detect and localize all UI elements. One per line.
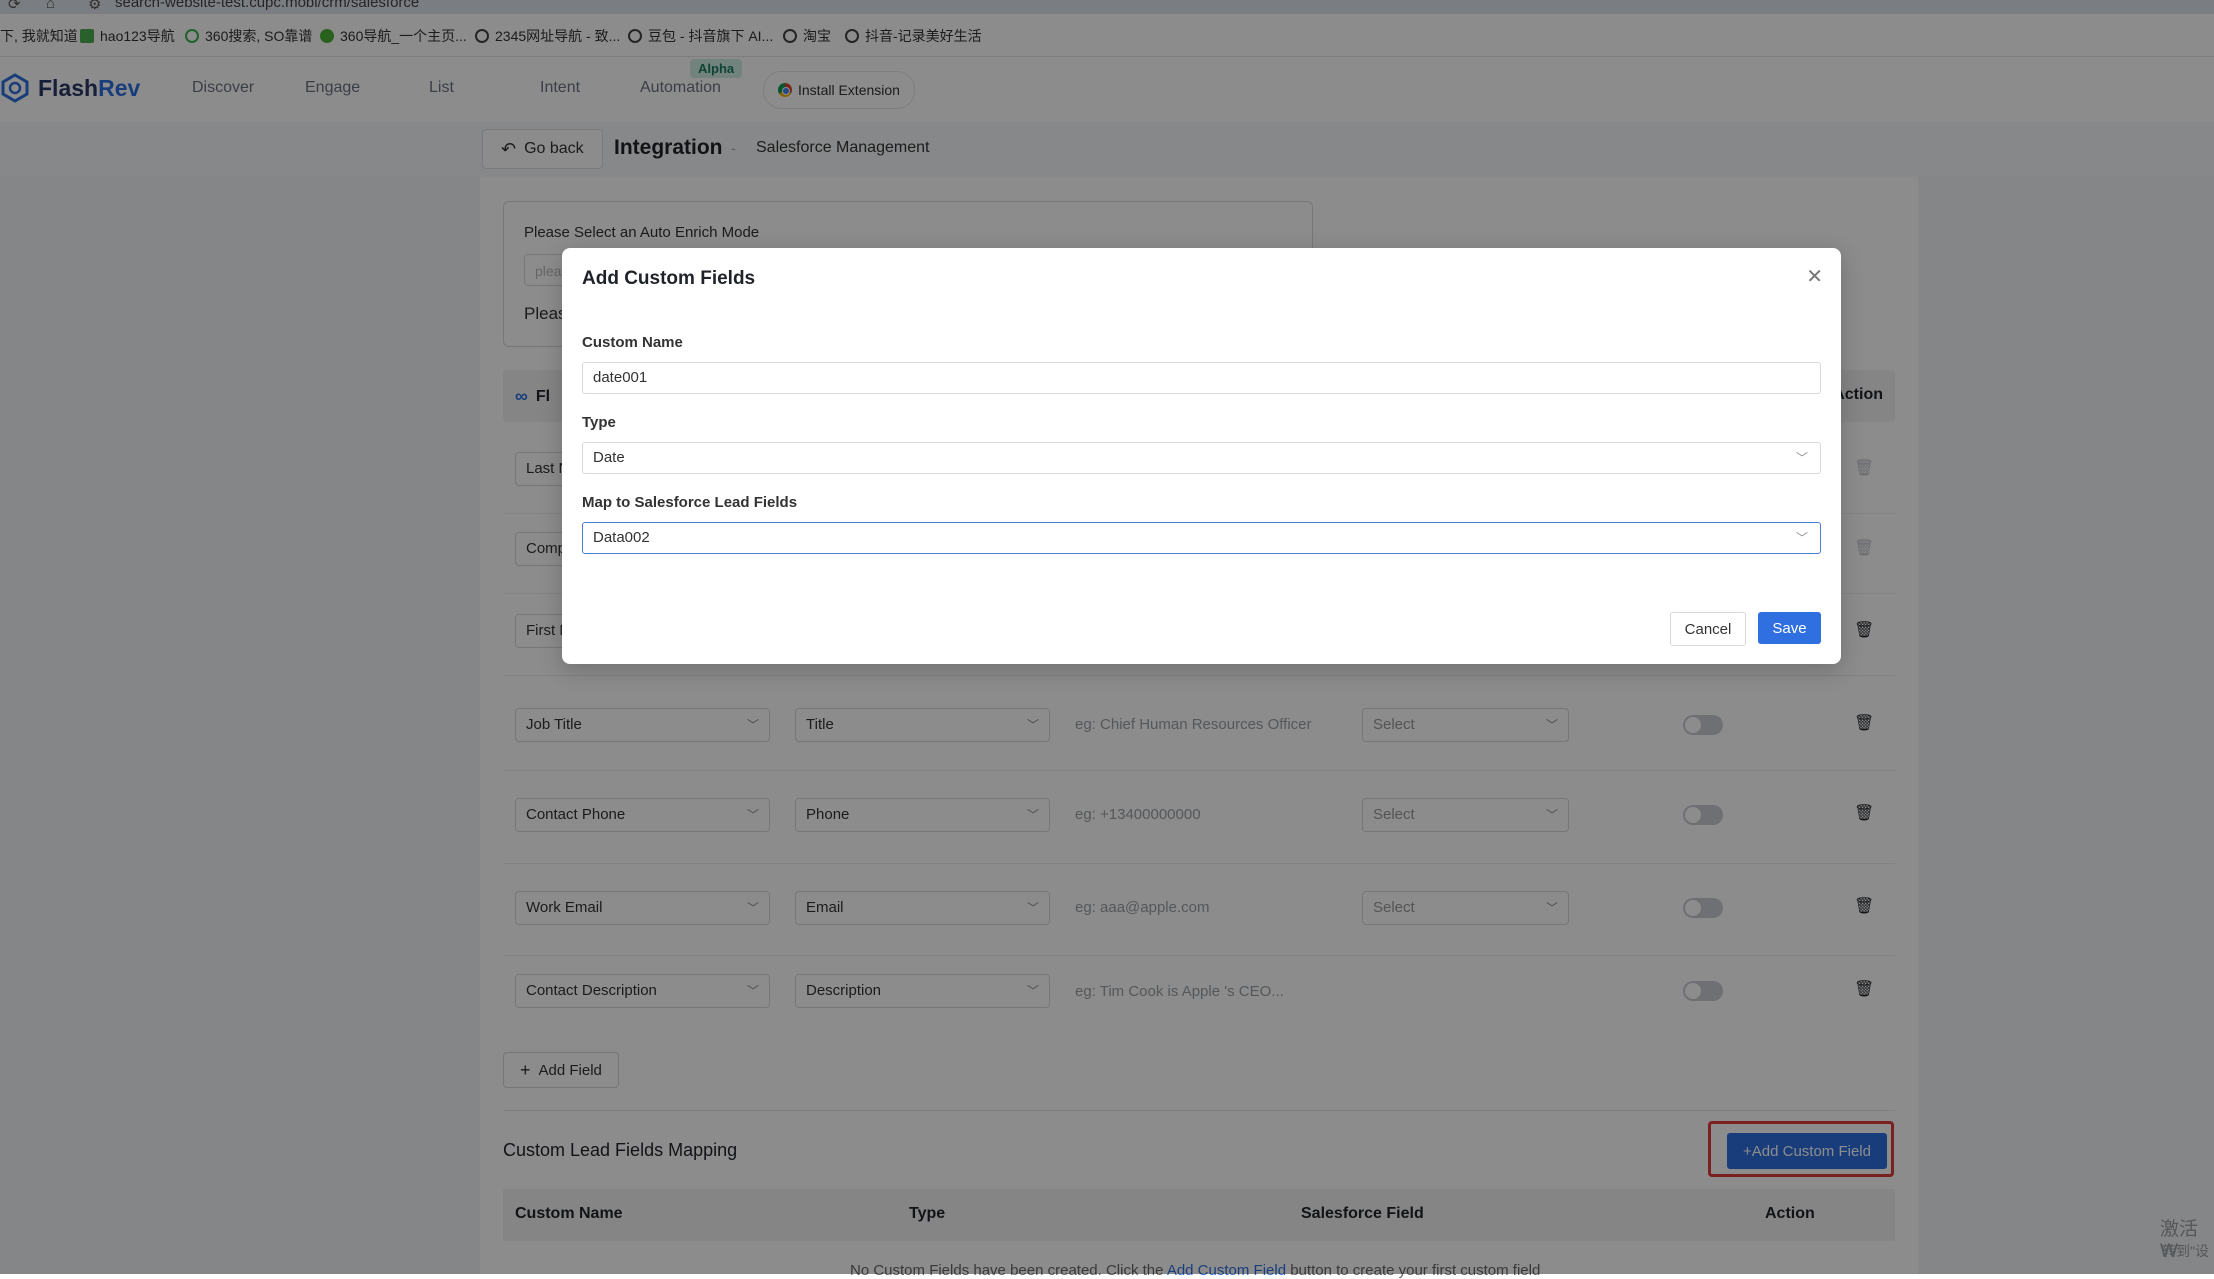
close-icon[interactable]: ✕ (1806, 264, 1823, 289)
custom-name-label: Custom Name (582, 334, 683, 351)
type-label: Type (582, 414, 616, 431)
add-custom-fields-dialog: Add Custom Fields ✕ Custom Name date001 … (562, 248, 1841, 664)
chevron-down-icon: ﹀ (1795, 531, 1808, 545)
map-field-label: Map to Salesforce Lead Fields (582, 494, 798, 511)
dialog-title: Add Custom Fields (582, 268, 756, 289)
custom-name-input[interactable]: date001 (582, 362, 1821, 394)
chevron-down-icon: ﹀ (1795, 451, 1808, 465)
cancel-button[interactable]: Cancel (1670, 612, 1746, 646)
type-select[interactable]: Date ﹀ (582, 442, 1821, 474)
save-button[interactable]: Save (1758, 612, 1821, 644)
salesforce-lead-field-select[interactable]: Data002 ﹀ (582, 522, 1821, 554)
